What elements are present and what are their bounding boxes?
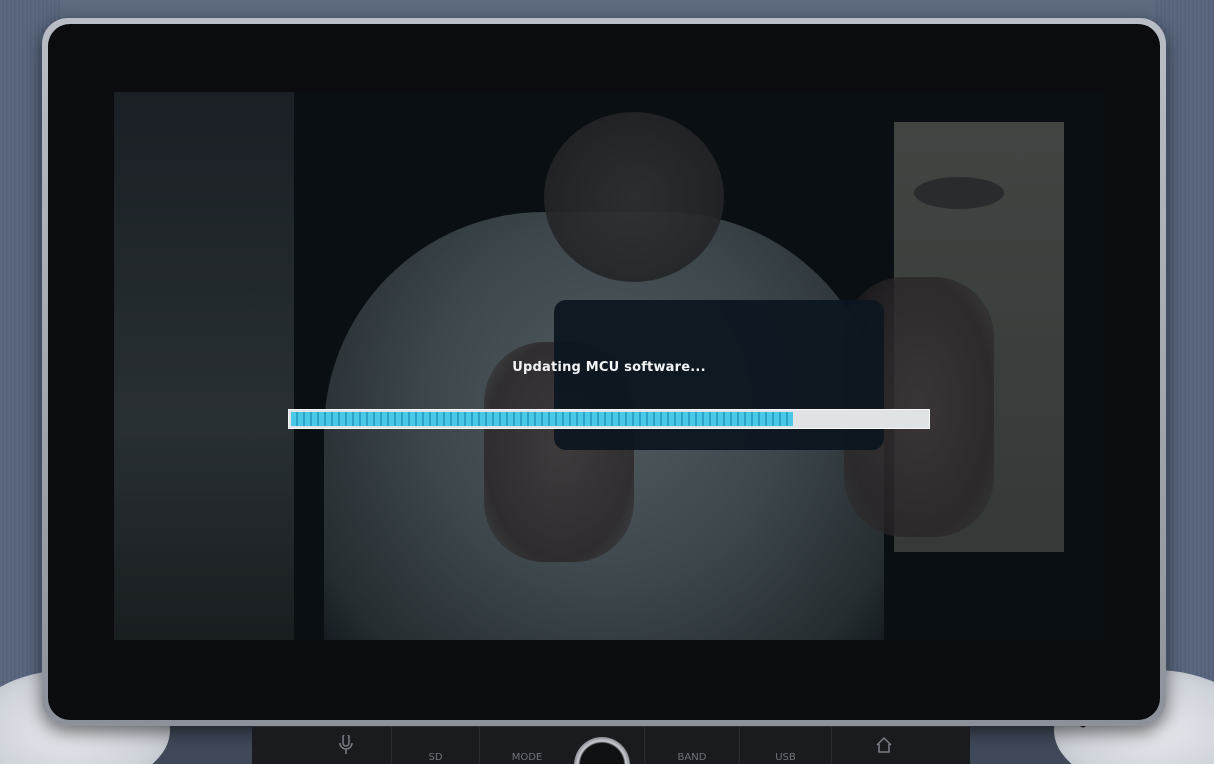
display-screen: Updating MCU software... xyxy=(114,92,1104,640)
band-button-label: BAND xyxy=(677,752,707,763)
mic-icon xyxy=(339,735,353,754)
photo-scene: Updating MCU software... SD MODE BAND US… xyxy=(0,0,1214,764)
screen-reflection xyxy=(914,177,1004,209)
home-button[interactable] xyxy=(832,727,970,764)
home-icon xyxy=(876,736,892,753)
sd-button[interactable]: SD xyxy=(392,727,480,764)
screen-reflection xyxy=(544,112,724,282)
update-progress-bar xyxy=(288,409,930,429)
sd-button-label: SD xyxy=(428,752,443,763)
band-button[interactable]: BAND xyxy=(644,727,740,764)
mode-button[interactable]: MODE xyxy=(480,727,574,764)
update-status-text: Updating MCU software... xyxy=(512,360,706,375)
control-strip: SD MODE BAND USB xyxy=(252,726,970,764)
usb-button[interactable]: USB xyxy=(740,727,832,764)
mic-button[interactable] xyxy=(252,727,392,764)
volume-knob[interactable] xyxy=(574,737,630,764)
update-progress-fill xyxy=(291,412,793,426)
mode-button-label: MODE xyxy=(511,752,543,763)
usb-button-label: USB xyxy=(775,752,796,763)
